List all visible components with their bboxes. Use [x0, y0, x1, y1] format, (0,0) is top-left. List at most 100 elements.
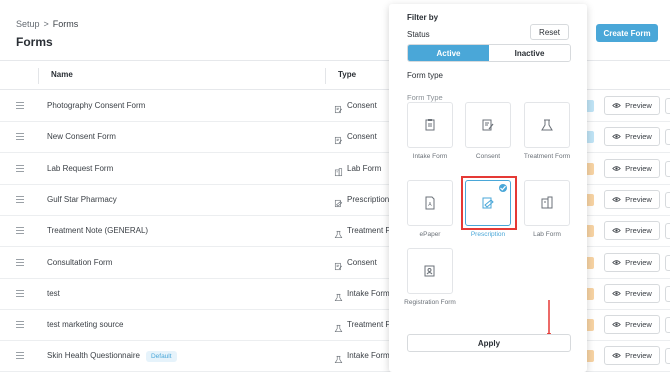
- breadcrumb-root[interactable]: Setup: [16, 19, 40, 29]
- drag-handle-icon[interactable]: [16, 289, 24, 298]
- lab-form-icon: [334, 164, 343, 176]
- eye-icon: [612, 227, 621, 234]
- drag-handle-icon[interactable]: [16, 102, 24, 110]
- form-name[interactable]: Treatment Note (GENERAL): [47, 226, 148, 235]
- intake-form-icon: [423, 118, 437, 132]
- preview-button[interactable]: Preview: [604, 127, 660, 147]
- eye-icon: [612, 102, 621, 109]
- form-name-text: New Consent Form: [47, 132, 116, 142]
- default-badge: Default: [145, 351, 177, 363]
- status-tag: [587, 350, 594, 363]
- registration-form-icon: [423, 264, 437, 278]
- eye-icon: [612, 259, 621, 266]
- form-name-text: Skin Health Questionnaire: [47, 351, 140, 361]
- status-active-option[interactable]: Active: [408, 45, 489, 61]
- breadcrumb: Setup > Forms: [16, 19, 78, 29]
- column-header-name[interactable]: Name: [51, 70, 73, 79]
- row-overflow-tag: [665, 160, 670, 177]
- preview-button[interactable]: Preview: [604, 252, 660, 272]
- status-tag: [587, 287, 594, 300]
- form-name-text: Photography Consent Form: [47, 101, 146, 110]
- svg-text:A: A: [428, 202, 432, 208]
- preview-button[interactable]: Preview: [604, 189, 660, 209]
- eye-icon: [612, 165, 621, 172]
- apply-button[interactable]: Apply: [407, 334, 571, 352]
- treatment-icon: [540, 118, 554, 132]
- form-type-option[interactable]: [407, 102, 453, 148]
- preview-button[interactable]: Preview: [604, 96, 660, 115]
- preview-button[interactable]: Preview: [604, 283, 660, 303]
- status-tag: [587, 225, 594, 238]
- create-form-button[interactable]: Create Form: [596, 24, 658, 42]
- drag-handle-icon[interactable]: [16, 321, 24, 329]
- status-tag: [587, 256, 594, 269]
- form-type-option-label: Intake Form: [412, 153, 448, 160]
- row-overflow-tag: [665, 191, 670, 208]
- drag-handle-icon[interactable]: [16, 258, 24, 267]
- status-label: Status: [407, 30, 430, 39]
- form-name-text: test: [47, 288, 60, 298]
- reset-button[interactable]: Reset: [530, 24, 569, 40]
- treatment-icon: [334, 226, 343, 239]
- row-overflow-tag: [665, 223, 670, 240]
- breadcrumb-current: Forms: [52, 19, 79, 29]
- form-type-option-label: ePaper: [419, 231, 441, 238]
- form-name[interactable]: Lab Request Form: [47, 164, 113, 173]
- column-header-type[interactable]: Type: [338, 70, 356, 79]
- form-type-option-label: Treatment Form: [523, 153, 571, 160]
- form-type-option[interactable]: [465, 102, 511, 148]
- form-name[interactable]: test marketing source: [47, 320, 123, 329]
- status-tag: [587, 319, 594, 332]
- row-overflow-tag: [665, 348, 670, 365]
- form-type-option-label: Prescription: [470, 231, 506, 238]
- preview-button[interactable]: Preview: [604, 221, 660, 241]
- prescription-icon: [334, 195, 343, 207]
- drag-handle-icon[interactable]: [16, 195, 24, 204]
- form-name-text: Lab Request Form: [47, 163, 114, 173]
- form-type: Treatment Form: [347, 320, 390, 330]
- preview-label: Preview: [625, 194, 652, 204]
- preview-button[interactable]: Preview: [604, 346, 660, 366]
- form-type-option[interactable]: [407, 248, 453, 294]
- row-overflow-tag: [665, 98, 670, 114]
- form-type: Consent: [347, 101, 377, 110]
- form-type: Intake Form: [347, 288, 390, 298]
- status-inactive-option[interactable]: Inactive: [489, 45, 570, 61]
- column-divider: [38, 68, 39, 84]
- breadcrumb-separator: >: [43, 19, 49, 29]
- preview-button[interactable]: Preview: [604, 158, 660, 178]
- row-overflow-tag: [665, 254, 670, 271]
- form-type-option[interactable]: [524, 180, 570, 226]
- consent-icon: [334, 132, 343, 145]
- drag-handle-icon[interactable]: [16, 352, 24, 360]
- preview-label: Preview: [625, 132, 652, 142]
- consent-icon: [334, 258, 343, 270]
- form-name[interactable]: Gulf Star Pharmacy: [47, 195, 117, 204]
- form-type: Consent: [347, 132, 377, 142]
- status-tag: [587, 131, 594, 144]
- form-name[interactable]: New Consent Form: [47, 132, 116, 141]
- row-overflow-tag: [665, 285, 670, 302]
- drag-handle-icon[interactable]: [16, 164, 24, 173]
- form-type-option[interactable]: [524, 102, 570, 148]
- treatment-icon: [334, 320, 343, 333]
- form-name[interactable]: test: [47, 289, 60, 298]
- row-overflow-tag: [665, 317, 670, 334]
- form-name[interactable]: Skin Health Questionnaire Default: [47, 351, 177, 363]
- drag-handle-icon[interactable]: [16, 227, 24, 235]
- form-type-option[interactable]: A: [407, 180, 453, 226]
- preview-label: Preview: [625, 101, 652, 110]
- row-overflow-tag: [665, 129, 670, 146]
- preview-button[interactable]: Preview: [604, 315, 660, 335]
- selection-highlight-box: [461, 176, 517, 230]
- form-type: Lab Form: [347, 163, 382, 173]
- filter-heading: Filter by: [407, 13, 439, 22]
- preview-label: Preview: [625, 257, 652, 267]
- form-type: Prescription: [347, 194, 390, 204]
- status-toggle: Active Inactive: [407, 44, 571, 62]
- preview-label: Preview: [625, 226, 652, 236]
- form-name[interactable]: Consultation Form: [47, 258, 112, 267]
- form-name[interactable]: Photography Consent Form: [47, 101, 145, 110]
- drag-handle-icon[interactable]: [16, 133, 24, 141]
- form-type-option-label: Registration Form: [404, 299, 456, 306]
